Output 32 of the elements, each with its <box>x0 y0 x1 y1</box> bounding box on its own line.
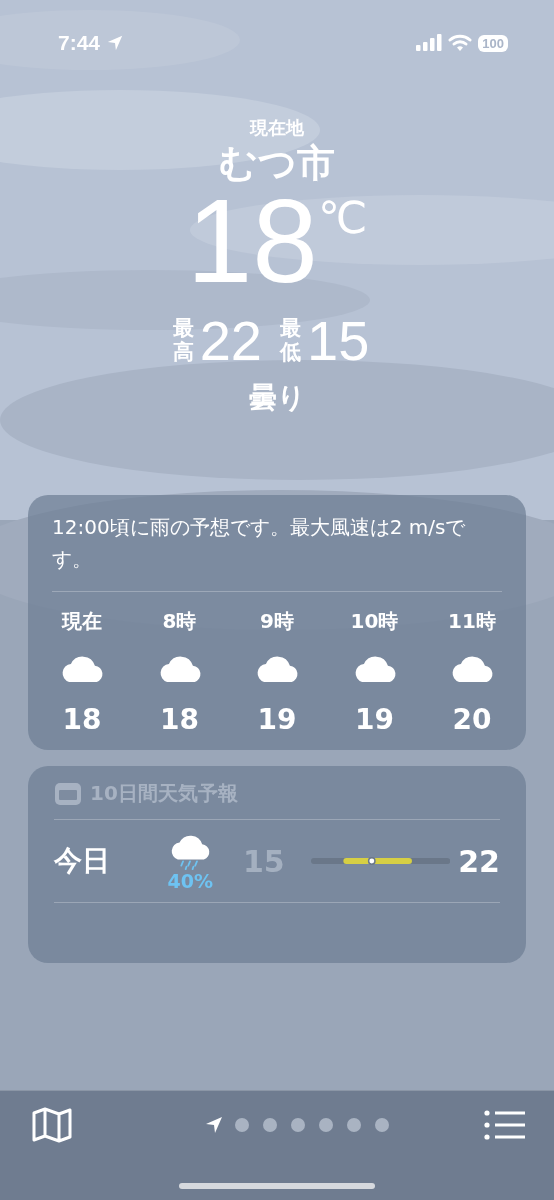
clock-time: 7:44 <box>58 31 101 55</box>
map-icon <box>32 1107 72 1143</box>
hour-label: 11時 <box>448 608 496 635</box>
temperature-unit: ℃ <box>317 192 368 243</box>
hour-label: 現在 <box>62 608 102 635</box>
current-temperature: 18 <box>186 186 318 296</box>
low-label: 最低 <box>280 317 301 364</box>
hour-label: 8時 <box>162 608 197 635</box>
hour-label: 10時 <box>350 608 399 635</box>
list-button[interactable] <box>484 1110 526 1140</box>
day-label: 今日 <box>54 843 111 879</box>
map-button[interactable] <box>32 1107 72 1143</box>
calendar-icon <box>54 781 82 806</box>
wifi-icon <box>448 34 473 52</box>
hour-temperature: 19 <box>257 703 297 736</box>
precipitation-chance: 40% <box>167 870 213 892</box>
hour-temperature: 18 <box>62 703 102 736</box>
weather-condition: 曇り <box>248 380 306 416</box>
cellular-signal-icon <box>416 34 443 52</box>
forecast-summary: 12:00頃に雨の予想です。最大風速は2 m/sです。 <box>52 511 502 592</box>
hour-label: 9時 <box>260 608 294 635</box>
high-label: 最高 <box>172 317 194 364</box>
high-temperature: 22 <box>199 308 262 373</box>
hour-temperature: 19 <box>355 703 394 736</box>
city-name: むつ市 <box>219 140 335 186</box>
hour-temperature: 18 <box>160 703 199 736</box>
hour-temperature: 20 <box>452 703 492 736</box>
high-temperature: 22 <box>458 843 500 879</box>
location-label: 現在地 <box>250 116 304 140</box>
low-temperature: 15 <box>307 308 370 373</box>
list-icon <box>484 1110 526 1140</box>
location-arrow-icon <box>106 34 125 52</box>
